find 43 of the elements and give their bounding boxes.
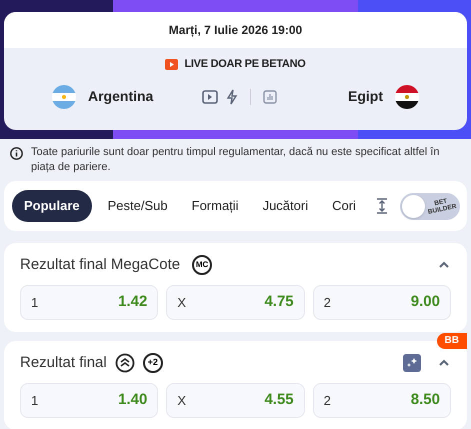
corner-badge: BB [436, 333, 467, 349]
odds-button[interactable]: 2 9.00 [312, 285, 451, 320]
market-tab[interactable]: Cori [320, 190, 368, 222]
sparkle-icon[interactable] [403, 354, 421, 372]
away-team: Egipt [348, 87, 383, 106]
play-icon [165, 58, 178, 70]
stats-icon[interactable] [263, 90, 277, 104]
odds-button[interactable]: X 4.55 [166, 383, 305, 418]
odds-button[interactable]: X 4.75 [166, 285, 305, 320]
odds-button[interactable]: 1 1.42 [20, 285, 158, 320]
market-title: Rezultat final [20, 352, 107, 373]
flag-icon [395, 84, 419, 108]
layers-icon [114, 353, 135, 373]
info-icon [10, 147, 23, 160]
extra-badge: +2 [142, 353, 163, 373]
odds-value: 1.40 [118, 390, 148, 410]
megacote-badge: MC [192, 255, 212, 275]
odds-value: 9.00 [410, 292, 440, 312]
market-title: Rezultat final MegaCote [20, 254, 180, 275]
odds-button[interactable]: 2 8.50 [312, 383, 451, 418]
live-label: LIVE DOAR PE BETANO [184, 57, 306, 72]
event-datetime: Marți, 7 Iulie 2026 19:00 [168, 22, 302, 39]
odds-value: 4.75 [264, 292, 294, 312]
odds-value: 1.42 [118, 292, 148, 312]
odds-value: 8.50 [410, 390, 440, 410]
odds-button[interactable]: 1 1.40 [20, 383, 158, 418]
expand-icon[interactable] [376, 198, 388, 214]
market-tab[interactable]: Jucători [250, 190, 320, 222]
outcome-label: X [177, 294, 186, 312]
home-team: Argentina [88, 87, 154, 106]
outcome-label: 1 [31, 294, 38, 312]
outcome-label: X [177, 392, 186, 410]
market-tab[interactable]: Populare [12, 190, 92, 222]
market-tab[interactable]: Formații [180, 190, 251, 222]
video-icon[interactable] [202, 90, 218, 104]
outcome-label: 2 [324, 294, 331, 312]
notice-text: Toate pariurile sunt doar pentru timpul regulamentar, dacă nu este specificat altfel în piața de pariere. [31, 145, 440, 175]
outcome-label: 2 [324, 392, 331, 410]
outcome-label: 1 [31, 392, 38, 410]
flag-icon [52, 84, 76, 108]
market-tab[interactable]: Peste/Sub [96, 190, 180, 222]
odds-value: 4.55 [264, 390, 294, 410]
lightning-icon[interactable] [226, 88, 238, 104]
